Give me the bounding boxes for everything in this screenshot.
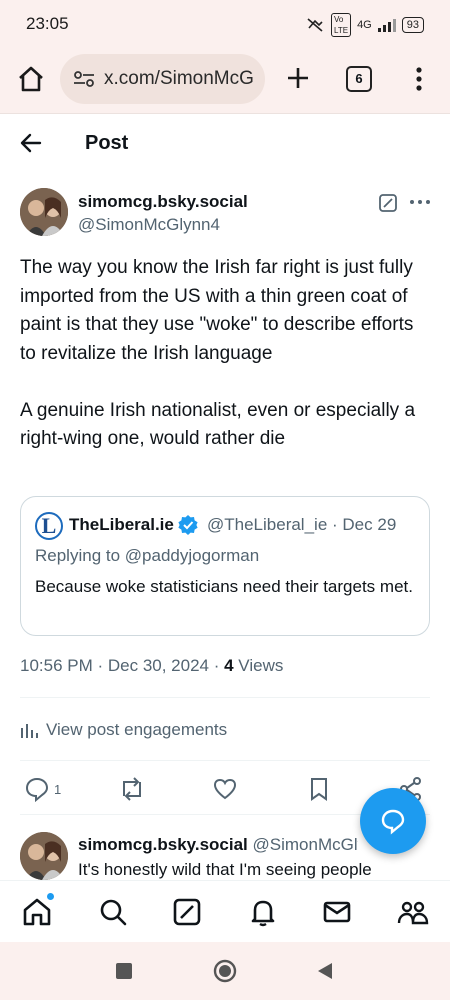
reply-button[interactable]: 1	[24, 774, 61, 804]
author-name[interactable]: simomcg.bsky.social	[78, 192, 248, 212]
post-timestamp: 10:56 PM · Dec 30, 2024 · 4 Views	[20, 656, 283, 676]
more-options-icon[interactable]	[408, 194, 432, 210]
post-paragraph: The way you know the Irish far right is …	[20, 257, 414, 364]
recents-icon[interactable]	[115, 962, 133, 980]
network-type: 4G	[357, 19, 372, 31]
home-icon	[23, 898, 51, 926]
views-count: 4	[224, 656, 234, 675]
divider	[20, 697, 430, 698]
system-home-icon[interactable]	[212, 958, 238, 984]
avatar[interactable]	[20, 832, 68, 880]
nav-compose[interactable]	[170, 895, 204, 929]
bookmark-button[interactable]	[306, 774, 332, 804]
engagements-label: View post engagements	[46, 720, 228, 739]
views-label: Views	[233, 656, 284, 675]
status-time: 23:05	[26, 14, 69, 33]
compose-reply-button[interactable]	[360, 788, 426, 854]
nav-home[interactable]	[20, 893, 54, 929]
system-back-icon[interactable]	[315, 961, 335, 981]
repost-icon	[123, 777, 141, 801]
reply-icon	[25, 777, 49, 802]
edit-badge-icon	[379, 194, 397, 212]
reply-text: It's honestly wild that I'm seeing peopl…	[78, 860, 372, 879]
view-engagements-link[interactable]: View post engagements	[20, 718, 227, 742]
address-bar[interactable]: x.com/SimonMcG	[60, 54, 265, 104]
quoted-post[interactable]: L TheLiberal.ie @TheLiberal_ie · Dec 29 …	[20, 496, 430, 636]
timestamp-text: 10:56 PM · Dec 30, 2024 ·	[20, 656, 225, 675]
site-settings-icon[interactable]	[72, 69, 96, 89]
bookmark-icon	[311, 778, 327, 801]
repost-button[interactable]	[118, 774, 146, 804]
like-button[interactable]	[212, 774, 238, 804]
quote-meta: @TheLiberal_ie · Dec 29	[207, 515, 396, 535]
browser-toolbar: x.com/SimonMcG 6	[0, 44, 450, 114]
reply-count: 1	[54, 781, 62, 797]
system-navigation-bar	[0, 942, 450, 1000]
quote-author-handle: @TheLiberal_ie	[207, 515, 328, 534]
nav-notifications[interactable]	[246, 895, 280, 929]
reply-author-handle[interactable]: @SimonMcGlynn4	[253, 835, 359, 854]
page-header: Post	[0, 114, 450, 172]
notification-dot	[47, 893, 54, 900]
browser-menu-icon[interactable]	[410, 64, 428, 94]
messages-icon	[323, 901, 351, 923]
back-arrow-icon[interactable]	[18, 130, 44, 156]
post-author-row: simomcg.bsky.social @SimonMcGlynn4	[20, 188, 440, 238]
quote-replying-to: Replying to @paddyjogorman	[35, 546, 260, 565]
verified-badge-icon	[178, 515, 198, 535]
new-tab-icon[interactable]	[284, 64, 312, 92]
post-body: The way you know the Irish far right is …	[20, 254, 430, 482]
author-handle[interactable]: @SimonMcGlynn4	[78, 215, 220, 235]
post-paragraph: A genuine Irish nationalist, even or esp…	[20, 399, 416, 450]
url-text: x.com/SimonMcG	[104, 68, 254, 89]
status-icons: Vo LTE 4G 93	[305, 13, 424, 37]
tab-switcher-button[interactable]: 6	[346, 66, 372, 92]
analytics-icon	[21, 724, 38, 738]
battery-indicator: 93	[401, 17, 424, 33]
mute-icon	[307, 18, 323, 32]
bottom-navigation	[0, 880, 450, 942]
status-bar: 23:05 Vo LTE 4G 93	[0, 0, 450, 44]
communities-icon	[397, 901, 429, 925]
chat-bubble-icon	[381, 809, 405, 835]
notifications-icon	[251, 900, 275, 927]
quote-avatar: L	[35, 512, 63, 540]
nav-search[interactable]	[96, 895, 130, 929]
volte-icon: Vo LTE	[330, 13, 352, 37]
reply-author-line: simomcg.bsky.social @SimonMcGlynn4	[78, 835, 358, 855]
divider	[20, 760, 430, 761]
reply-author-name[interactable]: simomcg.bsky.social	[78, 835, 248, 854]
signal-icon	[377, 19, 396, 32]
quote-date: Dec 29	[342, 515, 397, 534]
nav-communities[interactable]	[396, 895, 430, 929]
like-icon	[213, 778, 237, 800]
quote-text: Because woke statisticians need their ta…	[35, 577, 413, 596]
search-icon	[100, 899, 127, 926]
nav-messages[interactable]	[320, 895, 354, 929]
compose-icon	[173, 898, 201, 926]
meta-separator: ·	[332, 515, 343, 534]
avatar[interactable]	[20, 188, 68, 236]
quote-author-name: TheLiberal.ie	[69, 515, 174, 534]
browser-home-icon[interactable]	[14, 62, 48, 96]
page-title: Post	[85, 132, 129, 154]
